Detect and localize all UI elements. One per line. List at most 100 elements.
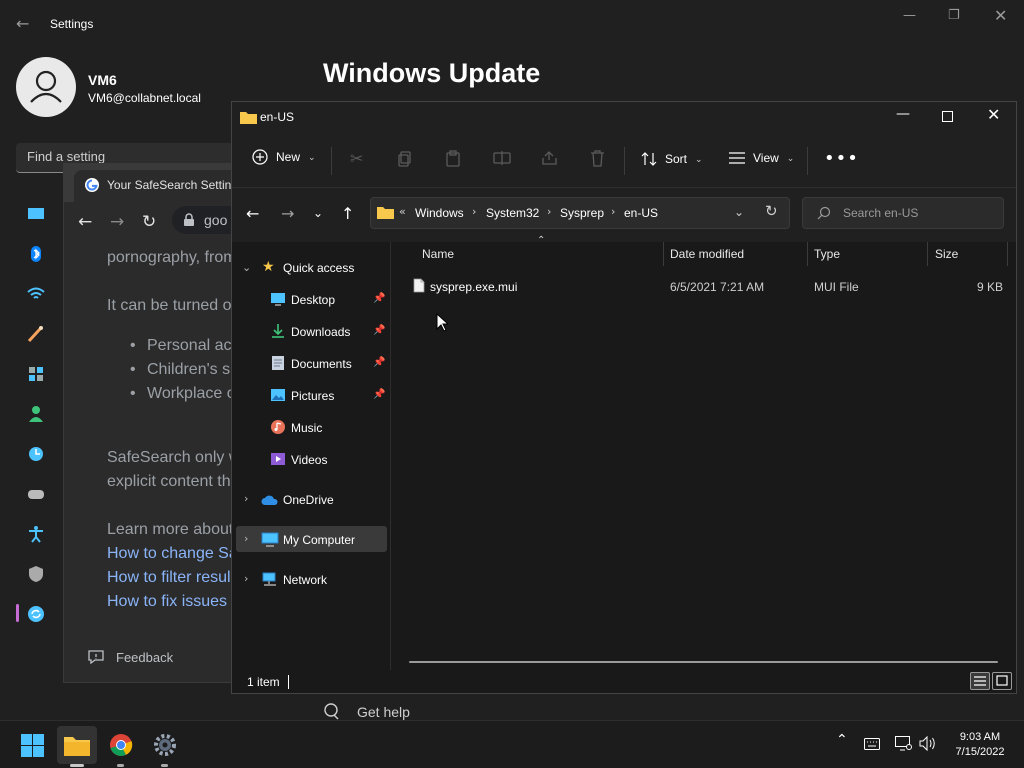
show-hidden-icons-chevron-icon[interactable]: ⌃	[836, 732, 848, 748]
file-date: 6/5/2021 7:21 AM	[670, 280, 765, 294]
chevron-right-icon[interactable]: ›	[547, 205, 551, 218]
nav-onedrive[interactable]: OneDrive	[283, 493, 334, 507]
help-link[interactable]: How to filter resul	[107, 569, 231, 587]
feedback-icon[interactable]	[87, 649, 105, 665]
chrome-tab-title[interactable]: Your SafeSearch Setting	[107, 178, 238, 192]
chrome-icon[interactable]	[109, 733, 133, 757]
back-arrow-icon[interactable]: ←	[246, 204, 259, 223]
recent-chevron-icon[interactable]: ⌄	[313, 206, 323, 220]
minimize-icon[interactable]: —	[896, 106, 910, 122]
get-help-icon[interactable]	[322, 701, 342, 721]
overflow-chevron-icon[interactable]: «	[399, 205, 406, 218]
chevron-right-icon[interactable]: ›	[611, 205, 615, 218]
column-size[interactable]: Size	[935, 247, 958, 261]
details-view-button[interactable]	[970, 672, 990, 690]
nav-music[interactable]: Music	[291, 421, 322, 435]
maximize-icon[interactable]	[942, 111, 953, 122]
column-divider[interactable]	[807, 242, 808, 266]
column-type[interactable]: Type	[814, 247, 840, 261]
close-icon[interactable]: ✕	[994, 6, 1007, 25]
share-icon[interactable]	[541, 150, 558, 166]
refresh-icon[interactable]: ↻	[765, 202, 778, 220]
cut-icon[interactable]: ✂	[350, 149, 363, 168]
nav-quick-access[interactable]: Quick access	[283, 261, 354, 275]
chevron-right-icon[interactable]: ›	[472, 205, 476, 218]
breadcrumb-sysprep[interactable]: Sysprep	[560, 206, 604, 220]
tiles-view-button[interactable]	[992, 672, 1012, 690]
help-link[interactable]: How to fix issues	[107, 593, 227, 611]
privacy-shield-icon[interactable]	[26, 564, 46, 584]
network-wifi-icon[interactable]	[26, 284, 46, 304]
chrome-omnibox-text[interactable]: goo	[204, 212, 227, 228]
accessibility-icon[interactable]	[26, 524, 46, 544]
delete-icon[interactable]	[590, 150, 605, 167]
nav-videos[interactable]: Videos	[291, 453, 327, 467]
system-clock[interactable]: 9:03 AM 7/15/2022	[940, 730, 1020, 760]
view-label: View	[753, 151, 779, 165]
avatar[interactable]	[16, 57, 76, 117]
search-placeholder[interactable]: Search en-US	[843, 206, 918, 220]
nav-network[interactable]: Network	[283, 573, 327, 587]
column-name[interactable]: Name	[422, 247, 454, 261]
pin-icon: 📌	[373, 325, 386, 336]
help-link[interactable]: How to change Sa	[107, 545, 238, 563]
expand-chevron-icon[interactable]: ›	[244, 492, 248, 505]
nav-my-computer[interactable]: My Computer	[283, 533, 355, 547]
feedback-button[interactable]: Feedback	[116, 650, 173, 665]
details-view-icon	[974, 676, 986, 686]
get-help-link[interactable]: Get help	[357, 704, 410, 720]
address-dropdown-icon[interactable]: ⌄	[734, 205, 744, 219]
settings-gear-icon[interactable]	[153, 733, 177, 757]
pane-divider[interactable]	[390, 242, 391, 670]
back-arrow-icon[interactable]: ←	[16, 14, 29, 33]
apps-icon[interactable]	[26, 364, 46, 384]
column-date-modified[interactable]: Date modified	[670, 247, 744, 261]
chrome-reload-icon[interactable]: ↻	[142, 212, 156, 232]
nav-pictures[interactable]: Pictures	[291, 389, 334, 403]
new-button[interactable]: New ⌄	[252, 149, 316, 165]
pin-icon: 📌	[373, 293, 386, 304]
breadcrumb-system32[interactable]: System32	[486, 206, 539, 220]
volume-icon[interactable]	[919, 736, 937, 751]
nav-downloads[interactable]: Downloads	[291, 325, 350, 339]
column-divider[interactable]	[663, 242, 664, 266]
bluetooth-icon[interactable]	[26, 244, 46, 264]
breadcrumb-windows[interactable]: Windows	[415, 206, 464, 220]
network-tray-icon[interactable]	[895, 736, 912, 751]
view-button[interactable]: View ⌄	[729, 151, 794, 165]
up-arrow-icon[interactable]: ↑	[341, 204, 354, 223]
more-options-icon[interactable]: •••	[824, 148, 859, 169]
start-windows-icon[interactable]	[21, 734, 44, 757]
column-divider[interactable]	[1007, 242, 1008, 266]
file-name[interactable]: sysprep.exe.mui	[430, 280, 517, 294]
minimize-icon[interactable]: —	[903, 8, 916, 23]
gaming-icon[interactable]	[26, 484, 46, 504]
collapse-chevron-icon[interactable]: ⌄	[242, 261, 251, 274]
settings-title: Settings	[50, 17, 94, 31]
chrome-forward-icon[interactable]: →	[110, 212, 124, 232]
accounts-icon[interactable]	[26, 404, 46, 424]
bullet-item: Personal ac	[147, 337, 232, 354]
column-divider[interactable]	[927, 242, 928, 266]
taskbar: ⌃ 9:03 AM 7/15/2022	[0, 720, 1024, 768]
restore-icon[interactable]: ❐	[948, 8, 960, 23]
breadcrumb-en-us[interactable]: en-US	[624, 206, 658, 220]
forward-arrow-icon[interactable]: →	[281, 204, 294, 223]
time-language-icon[interactable]	[26, 444, 46, 464]
chrome-back-icon[interactable]: ←	[78, 212, 92, 232]
horizontal-scrollbar[interactable]	[409, 661, 998, 663]
personalization-brush-icon[interactable]	[26, 324, 46, 344]
expand-chevron-icon[interactable]: ›	[244, 572, 248, 585]
nav-desktop[interactable]: Desktop	[291, 293, 335, 307]
keyboard-icon[interactable]	[864, 738, 880, 750]
nav-documents[interactable]: Documents	[291, 357, 352, 371]
paste-icon[interactable]	[445, 150, 461, 167]
copy-icon[interactable]	[398, 151, 412, 167]
system-icon[interactable]	[26, 204, 46, 224]
windows-update-icon[interactable]	[26, 604, 46, 624]
expand-chevron-icon[interactable]: ›	[244, 532, 248, 545]
close-icon[interactable]: ✕	[987, 105, 1000, 124]
rename-icon[interactable]	[493, 151, 511, 165]
page-text: Learn more about	[107, 521, 234, 538]
sort-button[interactable]: Sort ⌄	[641, 151, 703, 167]
